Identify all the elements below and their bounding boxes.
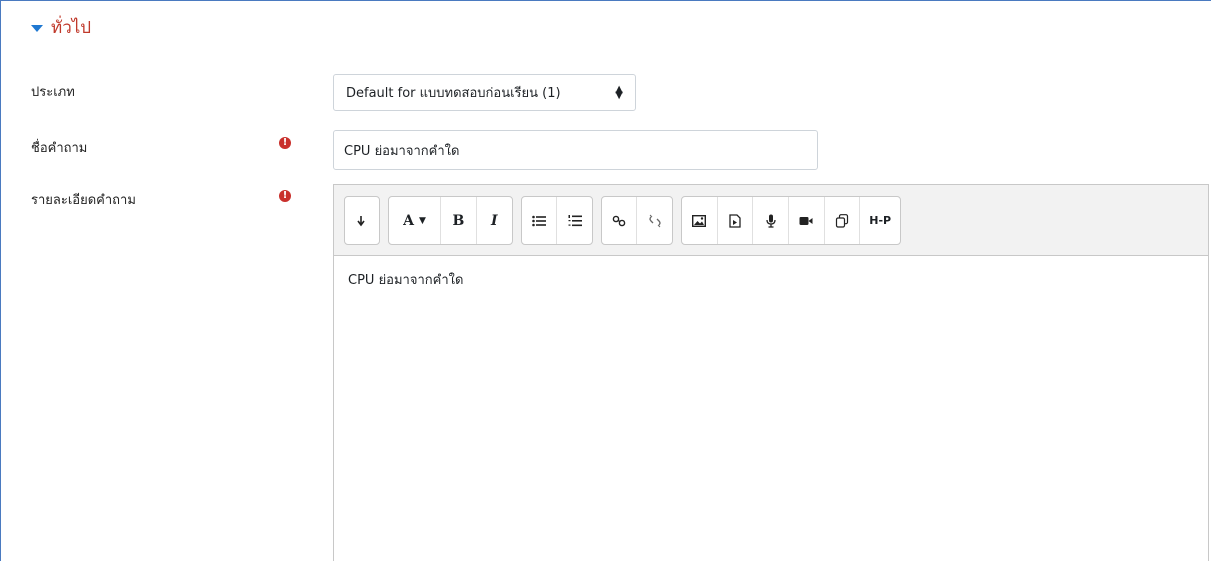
section-header-general[interactable]: ทั่วไป (31, 14, 91, 41)
bold-button[interactable]: B (441, 197, 477, 244)
collapse-toolbar-button[interactable] (345, 197, 379, 244)
question-name-label: ชื่อคำถาม (31, 141, 88, 156)
microphone-icon (766, 214, 776, 228)
unlink-button[interactable] (637, 197, 672, 244)
image-icon (692, 214, 707, 227)
toolbar-group-media: H-P (681, 196, 901, 245)
bold-label: B (452, 212, 465, 229)
editor-toolbar: A ▼ B I H-P (334, 185, 1208, 256)
file-media-icon (729, 213, 741, 228)
question-name-input[interactable]: CPU ย่อมาจากคำใด (333, 130, 818, 170)
link-button[interactable] (602, 197, 638, 244)
insert-image-button[interactable] (682, 197, 718, 244)
type-label: ประเภท (31, 85, 75, 100)
question-text-editor[interactable]: A ▼ B I H-P CPU ย่อมาจากคำใด (333, 184, 1209, 561)
toolbar-group-links (601, 196, 673, 245)
caret-down-icon: ▼ (419, 215, 426, 226)
insert-h5p-button[interactable]: H-P (860, 197, 900, 244)
form-page: ทั่วไป ประเภท Default for แบบทดสอบก่อนเร… (0, 0, 1211, 561)
record-audio-button[interactable] (753, 197, 790, 244)
copy-files-icon (835, 213, 849, 228)
toggle-arrow-icon (357, 215, 365, 226)
ordered-list-icon (568, 214, 582, 226)
section-title: ทั่วไป (51, 18, 92, 38)
toolbar-group-text: A ▼ B I (388, 196, 513, 245)
ordered-list-button[interactable] (557, 197, 592, 244)
select-arrows-icon: ▲ ▼ (615, 83, 623, 101)
video-camera-icon (799, 216, 813, 225)
required-icon: ! (279, 190, 291, 202)
italic-label: I (491, 212, 498, 229)
required-icon: ! (279, 137, 291, 149)
toolbar-group-collapse (344, 196, 380, 245)
h5p-label: H-P (869, 214, 892, 227)
manage-files-button[interactable] (825, 197, 861, 244)
toolbar-group-lists (521, 196, 593, 245)
caret-down-icon (31, 25, 43, 32)
italic-button[interactable]: I (477, 197, 512, 244)
question-text-label: รายละเอียดคำถาม (31, 193, 136, 208)
unordered-list-button[interactable] (522, 197, 558, 244)
font-style-label: A (403, 212, 415, 229)
editor-content-area[interactable]: CPU ย่อมาจากคำใด (334, 256, 1208, 561)
type-select[interactable]: Default for แบบทดสอบก่อนเรียน (1) ▲ ▼ (333, 74, 636, 111)
type-select-value: Default for แบบทดสอบก่อนเรียน (1) (346, 86, 561, 101)
link-icon (612, 215, 626, 226)
editor-content-text: CPU ย่อมาจากคำใด (348, 273, 464, 288)
unordered-list-icon (532, 215, 546, 226)
insert-media-button[interactable] (718, 197, 754, 244)
font-style-button[interactable]: A ▼ (389, 197, 442, 244)
unlink-icon (648, 214, 661, 227)
record-video-button[interactable] (789, 197, 825, 244)
question-name-value: CPU ย่อมาจากคำใด (344, 143, 460, 159)
